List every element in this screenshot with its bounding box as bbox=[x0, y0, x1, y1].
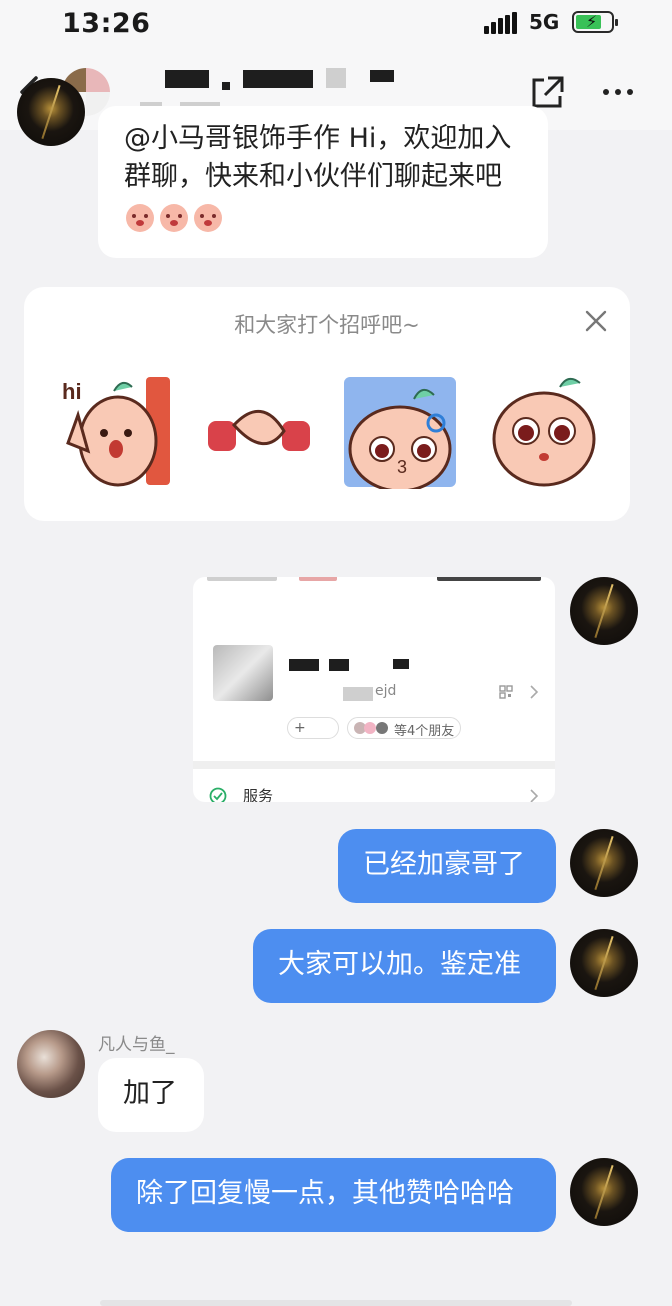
status-bar: 13:26 5G ⚡ bbox=[0, 0, 672, 48]
home-indicator bbox=[100, 1300, 572, 1306]
self-avatar[interactable] bbox=[570, 929, 638, 997]
sticker-kiss[interactable]: 3 bbox=[342, 375, 460, 489]
network-type: 5G bbox=[529, 10, 560, 34]
friends-text: 等4个朋友 bbox=[394, 724, 455, 739]
sender-name: 凡人与鱼_ bbox=[98, 1035, 175, 1055]
self-avatar[interactable] bbox=[570, 1158, 638, 1226]
self-avatar[interactable] bbox=[570, 829, 638, 897]
signal-icon bbox=[484, 12, 518, 34]
chevron-right-icon bbox=[530, 789, 539, 802]
qr-code-icon bbox=[499, 685, 513, 699]
svg-text:3: 3 bbox=[397, 457, 407, 477]
message-bubble[interactable]: 大家可以加。鉴定准 bbox=[253, 929, 556, 1003]
greeting-card: 和大家打个招呼吧~ hi 3 bbox=[24, 287, 630, 521]
sticker-cute-eyes[interactable] bbox=[484, 375, 602, 489]
screenshot-handle: ejd bbox=[375, 683, 397, 699]
sticker-clasp-hands[interactable] bbox=[200, 375, 318, 489]
sticker-hi[interactable]: hi bbox=[54, 375, 172, 489]
screenshot-image-message[interactable]: ejd + 等4个朋友 服务 bbox=[193, 577, 555, 802]
welcome-message: @小马哥银饰手作 Hi，欢迎加入群聊，快来和小伙伴们聊起来吧 bbox=[98, 106, 548, 258]
add-friend-chip: + bbox=[287, 717, 339, 739]
screenshot-status-bar bbox=[207, 577, 541, 583]
service-label: 服务 bbox=[243, 787, 274, 802]
message-bubble[interactable]: 加了 bbox=[98, 1058, 204, 1132]
chevron-right-icon bbox=[530, 685, 539, 699]
screenshot-thumbnail bbox=[213, 645, 273, 701]
close-icon[interactable] bbox=[584, 309, 608, 333]
battery-icon: ⚡ bbox=[572, 11, 618, 33]
sticker-emojis bbox=[124, 200, 524, 234]
message-bubble[interactable]: 除了回复慢一点，其他赞哈哈哈 bbox=[111, 1158, 556, 1232]
friends-chip: 等4个朋友 bbox=[347, 717, 461, 739]
sender-avatar[interactable] bbox=[17, 78, 85, 146]
more-icon[interactable] bbox=[600, 74, 636, 110]
status-time: 13:26 bbox=[62, 8, 151, 39]
sender-avatar[interactable] bbox=[17, 1030, 85, 1098]
self-avatar[interactable] bbox=[570, 577, 638, 645]
message-bubble[interactable]: 已经加豪哥了 bbox=[338, 829, 556, 903]
sticker-hi-text: hi bbox=[62, 379, 82, 404]
wechat-pay-icon bbox=[209, 787, 227, 802]
greeting-card-title: 和大家打个招呼吧~ bbox=[234, 313, 420, 337]
